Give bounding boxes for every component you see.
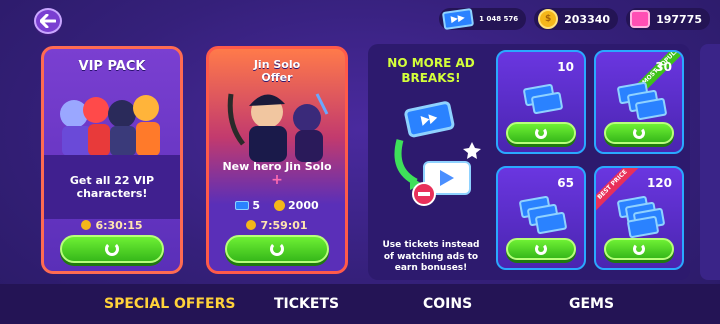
tab-special-offers[interactable]: SPECIAL OFFERS — [104, 296, 235, 312]
ticket-pack-10[interactable]: 10 — [496, 50, 586, 154]
ticket-pack-65[interactable]: 65 — [496, 166, 586, 270]
ticket-pack-30[interactable]: MOST POPULAR 30 — [594, 50, 684, 154]
ticket-icon — [235, 201, 250, 210]
ticket-pack-120-buy-button[interactable] — [604, 238, 674, 260]
no-ads-illustration — [394, 101, 481, 206]
no-ads-footer: Use tickets instead of watching ads to e… — [382, 240, 480, 274]
back-button[interactable] — [34, 8, 62, 34]
vip-pack-title: VIP PACK — [78, 59, 146, 74]
loading-spinner-icon — [633, 243, 645, 255]
ticket-pack-120[interactable]: BEST PRICE 120 — [594, 166, 684, 270]
jin-solo-timer: 7:59:01 — [209, 219, 345, 232]
tab-gems[interactable]: GEMS — [569, 296, 614, 312]
gem-icon — [630, 10, 651, 28]
ticket-pack-10-buy-button[interactable] — [506, 122, 576, 144]
jin-solo-tickets-reward: 5 — [235, 199, 260, 212]
coin-icon — [274, 200, 286, 211]
vip-pack-card[interactable]: VIP PACK Get all 22 VIP characters! 6:30… — [41, 46, 183, 274]
jin-solo-tickets-value: 5 — [252, 199, 261, 212]
next-panel-edge — [700, 44, 720, 280]
jin-timer-value: 7:59:01 — [260, 219, 308, 232]
vip-pack-description: Get all 22 VIP characters! — [44, 155, 180, 219]
ticket-stack-icon — [616, 81, 668, 121]
ticket-pack-amount: 65 — [557, 176, 574, 190]
jin-solo-coins-value: 2000 — [288, 199, 319, 212]
no-ads-headline: NO MORE AD BREAKS! — [387, 56, 475, 85]
tickets-value: 1 048 576 — [479, 15, 519, 23]
coin-icon: $ — [538, 9, 559, 29]
loading-spinner-icon — [535, 127, 547, 139]
jin-solo-title: Jin Solo Offer — [253, 58, 301, 84]
loading-spinner-icon — [270, 242, 284, 256]
back-arrow-icon — [40, 14, 56, 28]
ticket-pack-65-buy-button[interactable] — [506, 238, 576, 260]
tickets-counter[interactable]: ▶▶ 1 048 576 — [439, 7, 527, 31]
jin-solo-buy-button[interactable] — [225, 235, 329, 263]
tab-coins[interactable]: COINS — [423, 296, 472, 312]
loading-spinner-icon — [535, 243, 547, 255]
shop-tab-bar: SPECIAL OFFERS TICKETS COINS GEMS — [0, 284, 720, 324]
jin-solo-description: New hero Jin Solo + — [209, 153, 345, 193]
jin-solo-offer-card[interactable]: Jin Solo Offer New hero Jin Solo + 5 200… — [206, 46, 348, 274]
loading-spinner-icon — [633, 127, 645, 139]
ticket-stack-icon — [616, 195, 666, 239]
ticket-icon: ▶▶ — [442, 7, 475, 31]
plus-sign: + — [271, 171, 283, 188]
vip-pack-buy-button[interactable] — [60, 235, 164, 263]
ticket-pack-amount: 10 — [557, 60, 574, 74]
ticket-pack-30-buy-button[interactable] — [604, 122, 674, 144]
coins-value: 203340 — [564, 12, 611, 26]
clock-icon — [246, 220, 257, 230]
ticket-stack-icon — [520, 82, 564, 116]
jin-solo-rewards: 5 2000 — [209, 199, 345, 212]
resource-bar: ▶▶ 1 048 576 $ 203340 197775 — [439, 7, 710, 31]
ticket-pack-amount: 30 — [655, 60, 672, 74]
loading-spinner-icon — [105, 242, 119, 256]
no-ads-promo: NO MORE AD BREAKS! Use tickets instead o… — [376, 56, 486, 273]
tab-tickets[interactable]: TICKETS — [274, 296, 339, 312]
vip-timer-value: 6:30:15 — [95, 219, 143, 232]
tickets-panel: NO MORE AD BREAKS! Use tickets instead o… — [368, 44, 690, 280]
vip-heroes-image — [44, 80, 180, 160]
ticket-pack-amount: 120 — [646, 176, 672, 190]
jin-solo-coins-reward: 2000 — [274, 199, 319, 212]
jin-solo-description-text: New hero Jin Solo — [222, 159, 332, 173]
clock-icon — [81, 220, 92, 230]
coins-counter[interactable]: $ 203340 — [534, 8, 619, 30]
gems-counter[interactable]: 197775 — [626, 8, 710, 30]
gems-value: 197775 — [656, 12, 702, 26]
ticket-stack-icon — [518, 195, 568, 235]
jin-solo-hero-image — [209, 84, 345, 163]
vip-pack-timer: 6:30:15 — [44, 219, 180, 232]
